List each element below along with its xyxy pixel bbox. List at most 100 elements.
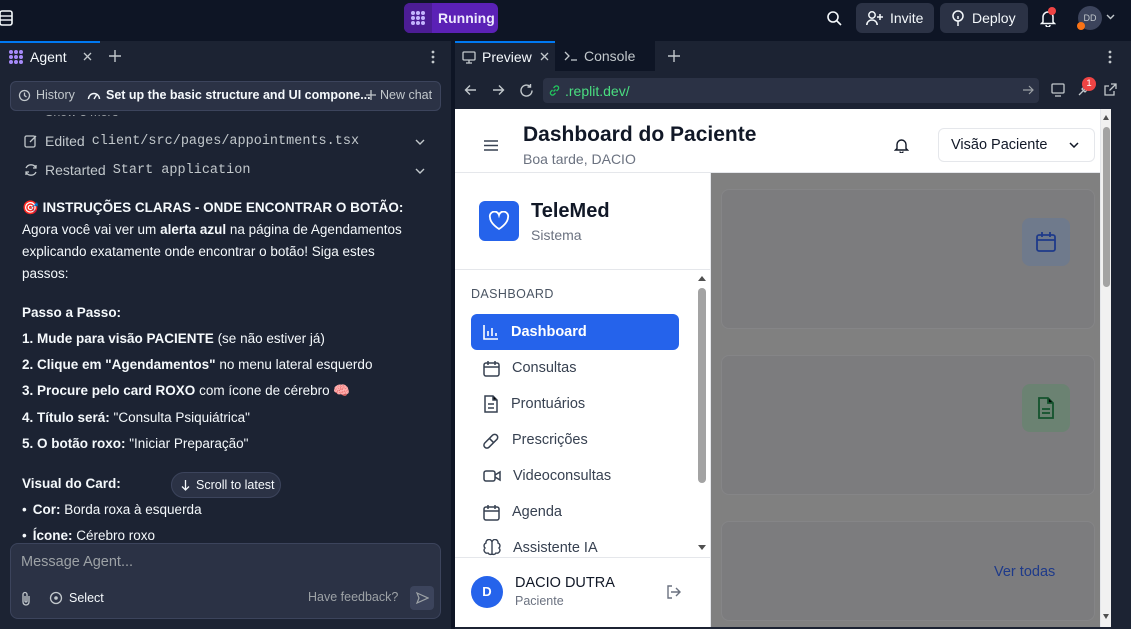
bullet-item: • Ícone: Cérebro roxo <box>22 528 156 542</box>
send-button[interactable] <box>410 586 434 610</box>
steps-title: Passo a Passo: <box>22 305 122 320</box>
feedback-link[interactable]: Have feedback? <box>308 590 398 604</box>
add-user-icon <box>866 11 883 26</box>
new-tab-icon[interactable] <box>109 50 121 62</box>
sidebar-item-prontuarios[interactable]: Prontuários <box>471 386 679 422</box>
sidebar-item-videoconsultas[interactable]: Videoconsultas <box>471 458 679 494</box>
close-icon[interactable] <box>83 52 92 61</box>
logout-icon[interactable] <box>666 585 682 599</box>
notification-dot <box>1048 7 1056 15</box>
sidebar-item-prescricoes[interactable]: Prescrições <box>471 422 679 458</box>
error-badge: 1 <box>1082 77 1096 91</box>
search-icon[interactable] <box>826 10 842 26</box>
send-icon <box>415 592 429 604</box>
invite-button[interactable]: Invite <box>856 3 934 33</box>
calendar-icon <box>483 360 500 377</box>
message-intro: explicando exatamente onde encontrar o b… <box>22 244 375 259</box>
tab-console-label: Console <box>584 48 636 64</box>
history-label: History <box>36 88 75 102</box>
step-item: 2. Clique em "Agendamentos" no menu late… <box>22 357 373 372</box>
link-icon <box>549 85 560 96</box>
scroll-thumb[interactable] <box>698 288 706 483</box>
more-options-icon[interactable] <box>431 50 435 64</box>
external-link-icon[interactable] <box>1103 83 1117 97</box>
scroll-to-latest-button[interactable]: Scroll to latest <box>171 472 281 498</box>
deploy-button[interactable]: Deploy <box>940 3 1028 33</box>
thread-title[interactable]: Set up the basic structure and UI compon… <box>87 88 371 102</box>
restart-icon <box>25 164 37 176</box>
step-item: 5. O botão roxo: "Iniciar Preparação" <box>22 436 249 451</box>
brand-name: TeleMed <box>531 200 610 222</box>
hamburger-icon[interactable] <box>484 140 498 151</box>
forward-icon[interactable] <box>492 84 505 96</box>
select-button[interactable]: Select <box>49 591 104 605</box>
sidebar-item-consultas[interactable]: Consultas <box>471 350 679 386</box>
refresh-icon[interactable] <box>519 83 534 98</box>
scroll-down-arrow[interactable] <box>1103 614 1109 619</box>
replit-logo-icon <box>404 3 432 33</box>
chevron-down-icon[interactable] <box>415 139 425 145</box>
sidebar-item-agenda[interactable]: Agenda <box>471 494 679 530</box>
deploy-label: Deploy <box>972 10 1016 26</box>
new-tab-icon[interactable] <box>668 50 680 62</box>
app-scrollbar[interactable] <box>1100 109 1111 627</box>
scroll-up-arrow[interactable] <box>1103 115 1109 120</box>
brain-icon <box>483 539 501 556</box>
step-item: 3. Procure pelo card ROXO com ícone de c… <box>22 383 351 398</box>
invite-label: Invite <box>890 10 924 26</box>
step-item: 1. Mude para visão PACIENTE (se não esti… <box>22 331 325 346</box>
user-name: DACIO DUTRA <box>515 575 615 591</box>
calendar-icon <box>1022 218 1070 266</box>
message-heading: 🎯 INSTRUÇÕES CLARAS - ONDE ENCONTRAR O B… <box>22 200 404 215</box>
chevron-down-icon[interactable] <box>1106 14 1115 20</box>
brand-logo <box>479 201 519 241</box>
more-options-icon[interactable] <box>1108 50 1112 64</box>
message-input-placeholder: Message Agent... <box>21 554 134 570</box>
heart-icon <box>488 211 510 231</box>
video-icon <box>483 470 501 482</box>
scroll-up-arrow[interactable] <box>698 276 706 281</box>
attach-icon[interactable] <box>20 591 32 606</box>
sidebar-item-dashboard[interactable]: Dashboard <box>471 314 679 350</box>
gauge-icon <box>87 92 101 100</box>
url-bar[interactable]: .replit.dev/ <box>543 78 1039 103</box>
file-text-icon <box>1022 384 1070 432</box>
back-icon[interactable] <box>464 84 477 96</box>
new-chat-button[interactable]: New chat <box>366 88 432 102</box>
chevron-down-icon[interactable] <box>1069 142 1079 148</box>
plus-icon <box>366 90 376 100</box>
device-icon[interactable] <box>1051 83 1065 97</box>
close-icon[interactable] <box>540 52 549 61</box>
bell-icon[interactable] <box>894 137 909 153</box>
scroll-down-arrow[interactable] <box>698 545 706 550</box>
sidebar-scrollbar[interactable] <box>695 273 709 557</box>
activity-row[interactable]: Edited client/src/pages/appointments.tsx <box>24 133 429 149</box>
terminal-icon <box>564 51 577 61</box>
scroll-thumb[interactable] <box>1103 127 1110 287</box>
user-role: Paciente <box>515 594 564 608</box>
tab-console[interactable]: Console <box>555 41 655 71</box>
history-icon <box>18 89 31 101</box>
target-emoji-icon: 🎯 <box>22 200 39 215</box>
crosshair-icon <box>49 591 63 605</box>
message-intro: Agora você vai ver um alerta azul na pág… <box>22 222 402 237</box>
sidebar-brand-divider <box>455 269 711 270</box>
run-status-label: Running <box>438 10 495 26</box>
chevron-down-icon[interactable] <box>415 168 425 174</box>
tab-preview-label: Preview <box>482 49 532 65</box>
bar-chart-icon <box>483 325 498 340</box>
user-avatar: D <box>471 576 503 608</box>
calendar-icon <box>483 504 500 521</box>
run-status[interactable]: Running <box>404 3 498 33</box>
file-text-icon <box>484 395 498 413</box>
menu-icon[interactable] <box>0 10 14 26</box>
sidebar-item-assistente-ia[interactable]: Assistente IA <box>471 530 679 556</box>
activity-row[interactable]: Restarted Start application <box>24 162 429 178</box>
ver-todas-link[interactable]: Ver todas <box>994 564 1055 580</box>
agent-icon <box>9 50 23 64</box>
message-input[interactable]: Message Agent... <box>10 543 441 619</box>
history-button[interactable]: History <box>18 88 75 102</box>
arrow-right-icon[interactable] <box>1023 85 1034 95</box>
step-item: 4. Título será: "Consulta Psiquiátrica" <box>22 410 250 425</box>
thread-title-label: Set up the basic structure and UI compon… <box>106 88 371 102</box>
